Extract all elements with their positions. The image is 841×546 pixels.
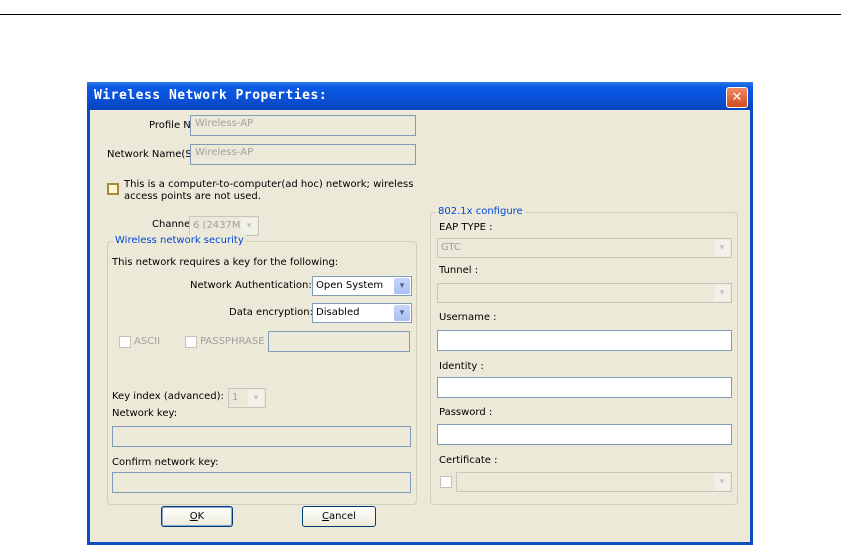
eap-type-label: EAP TYPE : — [439, 222, 493, 233]
close-icon: ✕ — [731, 90, 743, 105]
tunnel-select[interactable]: ▾ — [437, 283, 732, 303]
chevron-down-icon: ▾ — [394, 278, 410, 294]
identity-label: Identity : — [439, 361, 484, 372]
key-index-select[interactable]: 1 ▾ — [228, 388, 266, 408]
tunnel-label: Tunnel : — [439, 265, 479, 276]
confirm-key-field[interactable] — [112, 472, 411, 493]
profile-name-value: Wireless-AP — [195, 118, 254, 129]
page-top-rule — [0, 14, 841, 15]
ascii-label: ASCII — [134, 336, 161, 347]
chevron-down-icon: ▾ — [714, 474, 730, 490]
dialog-client-area: Profile Name: Wireless-AP Network Name(S… — [90, 110, 750, 542]
password-field[interactable] — [437, 424, 732, 445]
eap-type-select[interactable]: GTC ▾ — [437, 238, 732, 258]
channel-select[interactable]: 6 (2437MHz) ▾ — [189, 216, 259, 236]
ssid-field[interactable]: Wireless-AP — [190, 144, 416, 165]
profile-name-field[interactable]: Wireless-AP — [190, 115, 416, 136]
confirm-key-label: Confirm network key: — [112, 457, 219, 468]
data-encryption-value: Disabled — [316, 307, 360, 318]
cancel-button-mnemonic: C — [322, 511, 330, 522]
passphrase-checkbox[interactable] — [185, 336, 197, 348]
key-index-label: Key index (advanced): — [112, 391, 224, 402]
eap-group-legend: 802.1x configure — [436, 206, 525, 217]
identity-field[interactable] — [437, 377, 732, 398]
ssid-value: Wireless-AP — [195, 147, 254, 158]
adhoc-label-line2: access points are not used. — [124, 191, 261, 202]
window-title: Wireless Network Properties: — [94, 88, 328, 103]
username-label: Username : — [439, 312, 497, 323]
network-auth-select[interactable]: Open System ▾ — [312, 276, 412, 296]
network-auth-value: Open System — [316, 280, 384, 291]
username-field[interactable] — [437, 330, 732, 351]
ok-button-mnemonic: O — [189, 511, 198, 522]
passphrase-field[interactable] — [268, 331, 410, 352]
adhoc-checkbox[interactable] — [107, 183, 119, 195]
ok-button[interactable]: OK — [161, 506, 233, 527]
chevron-down-icon: ▾ — [394, 305, 410, 321]
chevron-down-icon: ▾ — [248, 390, 264, 406]
close-button[interactable]: ✕ — [726, 87, 748, 108]
cancel-button-label-post: ancel — [329, 511, 356, 522]
key-index-value: 1 — [232, 392, 239, 403]
security-group-legend: Wireless network security — [113, 235, 246, 246]
password-label: Password : — [439, 407, 493, 418]
passphrase-label: PASSPHRASE — [200, 336, 265, 347]
ok-button-label-post: K — [197, 511, 205, 522]
background-faint-text — [215, 72, 345, 82]
network-auth-label: Network Authentication: — [190, 280, 312, 291]
certificate-label: Certificate : — [439, 455, 498, 466]
network-key-field[interactable] — [112, 426, 411, 447]
cancel-button[interactable]: Cancel — [302, 506, 376, 527]
chevron-down-icon: ▾ — [241, 218, 257, 234]
certificate-checkbox[interactable] — [440, 476, 452, 488]
ascii-checkbox[interactable] — [119, 336, 131, 348]
title-bar[interactable]: Wireless Network Properties: ✕ — [87, 82, 753, 110]
security-intro: This network requires a key for the foll… — [112, 257, 339, 268]
network-key-label: Network key: — [112, 408, 178, 419]
data-encryption-label: Data encryption: — [229, 307, 313, 318]
chevron-down-icon: ▾ — [714, 285, 730, 301]
data-encryption-select[interactable]: Disabled ▾ — [312, 303, 412, 323]
chevron-down-icon: ▾ — [714, 240, 730, 256]
eap-type-value: GTC — [441, 242, 461, 253]
wireless-properties-window: Wireless Network Properties: ✕ Profile N… — [87, 82, 753, 545]
adhoc-label-line1: This is a computer-to-computer(ad hoc) n… — [124, 179, 414, 190]
certificate-select[interactable]: ▾ — [456, 472, 732, 492]
